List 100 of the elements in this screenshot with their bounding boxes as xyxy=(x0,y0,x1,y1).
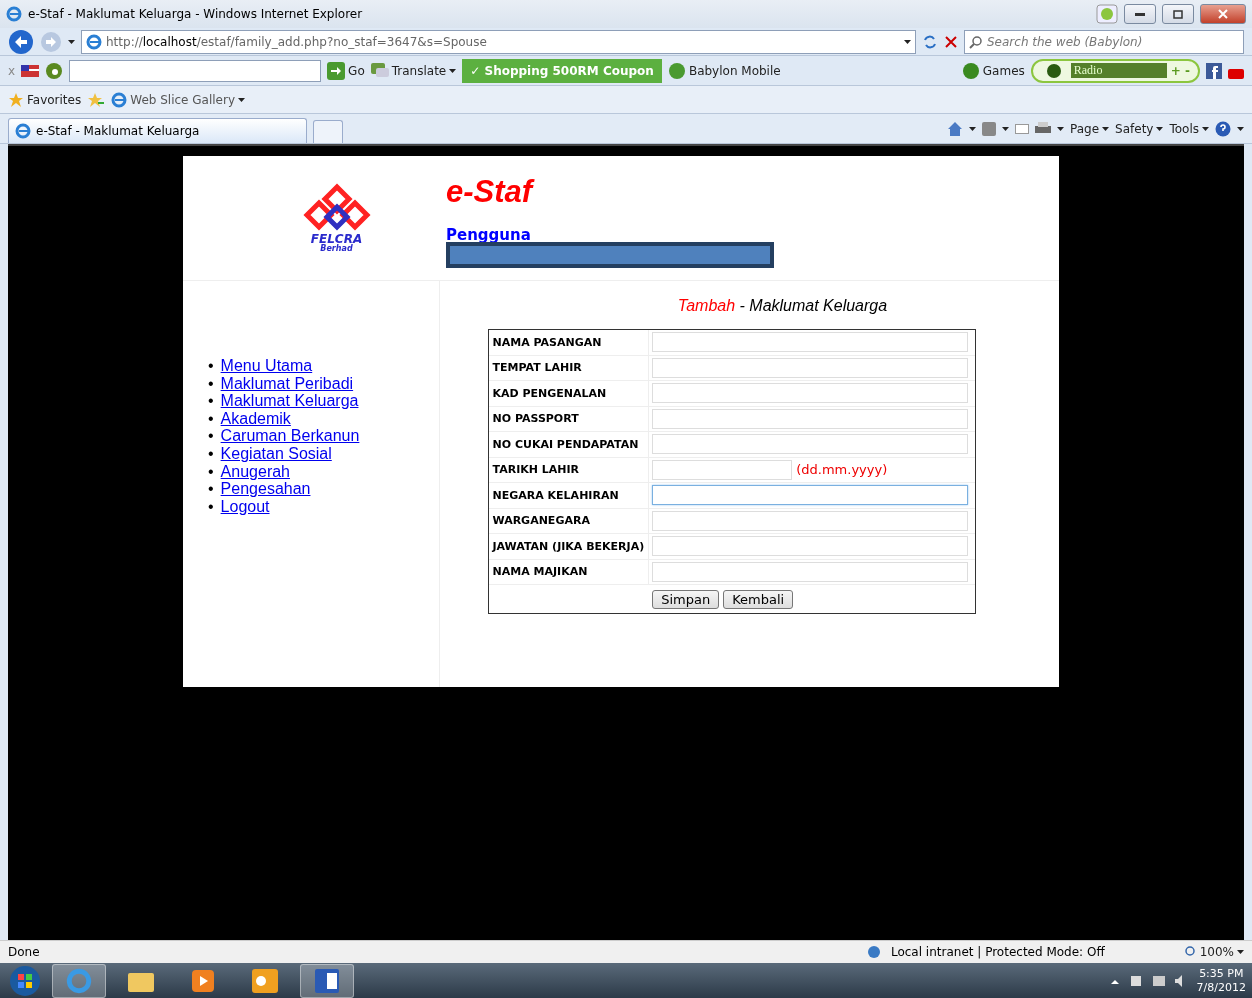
clock[interactable]: 5:35 PM 7/8/2012 xyxy=(1196,966,1246,995)
caret-icon xyxy=(449,68,457,73)
caret-icon xyxy=(1057,126,1064,131)
field-label: NEGARA KELAHIRAN xyxy=(488,483,650,509)
command-menu[interactable]: Tools xyxy=(1169,121,1209,136)
printer-icon[interactable] xyxy=(1035,121,1051,136)
refresh-icon[interactable] xyxy=(922,33,938,50)
star-icon xyxy=(8,91,24,108)
field-label: NO PASSPORT xyxy=(488,406,650,432)
search-icon xyxy=(969,34,983,49)
status-text: Done xyxy=(8,945,40,959)
window-title: e-Staf - Maklumat Keluarga - Windows Internet Explorer xyxy=(28,7,364,21)
speech-bubble-icon xyxy=(370,62,389,79)
caret-icon xyxy=(68,39,75,44)
user-label: Pengguna xyxy=(446,228,532,242)
zoom-button[interactable]: 100% xyxy=(1184,945,1244,959)
command-menu[interactable]: Safety xyxy=(1115,121,1164,136)
field-label: TARIKH LAHIR xyxy=(488,457,650,483)
felcra-logo: FELCRA Berhad xyxy=(298,183,375,253)
new-tab-button[interactable] xyxy=(313,120,343,143)
feed-icon[interactable] xyxy=(982,121,996,136)
nav-link[interactable]: Kegiatan Sosial xyxy=(220,444,332,463)
bullet: • xyxy=(208,480,214,498)
circle-logo-icon xyxy=(961,61,980,80)
web-slice-gallery-link[interactable]: Web Slice Gallery xyxy=(111,91,245,108)
caret-icon xyxy=(1237,950,1244,954)
field-label: JAWATAN (JIKA BEKERJA) xyxy=(488,534,650,560)
caret-icon xyxy=(1102,126,1110,131)
favorites-button[interactable]: Favorites xyxy=(8,91,82,108)
taskbar-document-button[interactable] xyxy=(300,963,354,998)
input-field[interactable] xyxy=(652,408,969,429)
bullet: • xyxy=(208,444,214,463)
games-button[interactable]: Games xyxy=(961,61,1025,80)
nav-link[interactable]: Anugerah xyxy=(220,462,290,481)
help-icon[interactable] xyxy=(1215,120,1231,137)
command-menu[interactable]: Page xyxy=(1070,121,1110,136)
bullet: • xyxy=(208,497,214,516)
nav-link[interactable]: Maklumat Keluarga xyxy=(220,392,359,410)
caret-icon xyxy=(1156,126,1164,131)
close-icon xyxy=(1218,9,1228,19)
input-field[interactable] xyxy=(652,383,969,404)
date-format-hint: (dd.mm.yyyy) xyxy=(796,462,888,478)
nav-link[interactable]: Pengesahan xyxy=(220,480,311,498)
field-label: NAMA PASANGAN xyxy=(488,330,650,356)
toolbar-search-field[interactable] xyxy=(69,59,322,82)
browser-icon xyxy=(6,6,22,22)
add-favorite-icon[interactable] xyxy=(87,91,106,108)
circle-logo-icon xyxy=(667,61,686,80)
caret-icon xyxy=(1202,126,1209,131)
radio-widget[interactable]: Radio + - xyxy=(1030,58,1200,83)
search-field[interactable]: Search the web (Babylon) xyxy=(964,29,1244,54)
minimize-button[interactable] xyxy=(1124,4,1156,24)
nav-link[interactable]: Maklumat Peribadi xyxy=(220,374,354,393)
translate-button[interactable]: Translate xyxy=(370,62,457,79)
taskbar-browser-button[interactable] xyxy=(52,963,106,998)
bullet: • xyxy=(208,462,214,481)
maximize-button[interactable] xyxy=(1162,4,1194,24)
bullet: • xyxy=(208,409,214,428)
input-field[interactable] xyxy=(652,459,793,480)
field-label: NAMA MAJIKAN xyxy=(488,559,650,585)
facebook-icon[interactable] xyxy=(1206,62,1222,79)
magnifier-icon xyxy=(1184,946,1197,958)
nav-link[interactable]: Akademik xyxy=(220,409,291,428)
nav-link[interactable]: Logout xyxy=(220,497,270,516)
form-button[interactable]: Kembali xyxy=(723,589,794,609)
input-field[interactable] xyxy=(652,357,969,378)
input-field[interactable] xyxy=(652,561,969,582)
nav-link[interactable]: Caruman Berkanun xyxy=(220,427,360,445)
document-icon xyxy=(315,968,339,993)
caret-icon xyxy=(1237,126,1244,131)
nav-link[interactable]: Menu Utama xyxy=(220,357,313,375)
input-field[interactable] xyxy=(652,434,969,455)
bullet: • xyxy=(208,392,214,410)
input-field[interactable] xyxy=(652,536,969,557)
field-label: KAD PENGENALAN xyxy=(488,381,650,407)
bullet: • xyxy=(208,357,214,375)
address-field[interactable]: http://localhost/estaf/family_add.php?no_staf=3647&s=Spouse xyxy=(81,29,916,54)
restore-icon xyxy=(1173,9,1183,19)
flag-icon[interactable] xyxy=(21,64,40,77)
mail-icon[interactable] xyxy=(1015,123,1029,134)
input-field[interactable] xyxy=(652,510,969,531)
home-icon[interactable] xyxy=(947,120,963,137)
go-button[interactable]: Go xyxy=(327,61,365,80)
close-button[interactable] xyxy=(1200,4,1246,24)
minimize-icon xyxy=(1135,12,1145,16)
zone-text: Local intranet | Protected Mode: Off xyxy=(890,945,1105,959)
stop-icon[interactable] xyxy=(944,34,958,49)
field-label: WARGANEGARA xyxy=(488,508,650,534)
input-field[interactable] xyxy=(652,485,969,506)
browser-icon xyxy=(15,123,31,139)
back-icon[interactable] xyxy=(8,28,34,55)
play-icon xyxy=(192,969,214,992)
field-label: TEMPAT LAHIR xyxy=(488,355,650,381)
field-label: NO CUKAI PENDAPATAN xyxy=(488,432,650,458)
caret-icon xyxy=(1002,126,1009,131)
input-field[interactable] xyxy=(652,332,969,353)
form-button[interactable]: Simpan xyxy=(652,589,720,609)
mobile-link[interactable]: Babylon Mobile xyxy=(667,61,781,80)
browser-tab[interactable]: e-Staf - Maklumat Keluarga xyxy=(8,118,307,143)
caret-icon xyxy=(969,126,976,131)
